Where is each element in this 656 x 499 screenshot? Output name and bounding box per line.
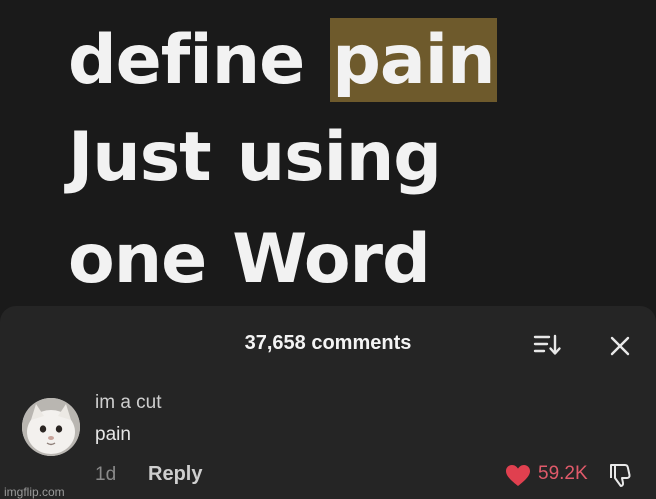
headline-line-3: one Word: [68, 226, 431, 294]
headline-word: one: [68, 220, 207, 299]
headline-word: Just: [68, 118, 212, 197]
avatar[interactable]: [22, 398, 80, 456]
heart-icon[interactable]: [505, 464, 531, 488]
close-icon[interactable]: [608, 334, 632, 358]
headline-line-1: define pain: [68, 18, 497, 102]
headline-word: Word: [232, 220, 431, 299]
video-frame: define pain Just using one Word: [0, 0, 656, 320]
comment-username[interactable]: im a cut: [95, 392, 162, 414]
sort-icon[interactable]: [533, 333, 563, 357]
headline-word: using: [236, 118, 442, 197]
headline-line-2: Just using: [68, 124, 442, 192]
comments-sheet: 37,658 comments im a cut pain 1d Reply 5…: [0, 306, 656, 499]
highlighted-word: pain: [330, 18, 497, 102]
dislike-icon[interactable]: [608, 462, 632, 488]
watermark: imgflip.com: [4, 485, 65, 499]
comment-text: pain: [95, 424, 131, 445]
cat-avatar-icon: [22, 398, 80, 456]
headline-word: define: [68, 21, 305, 100]
reply-button[interactable]: Reply: [148, 463, 202, 486]
like-count: 59.2K: [538, 463, 588, 484]
comment-timestamp: 1d: [95, 464, 117, 485]
